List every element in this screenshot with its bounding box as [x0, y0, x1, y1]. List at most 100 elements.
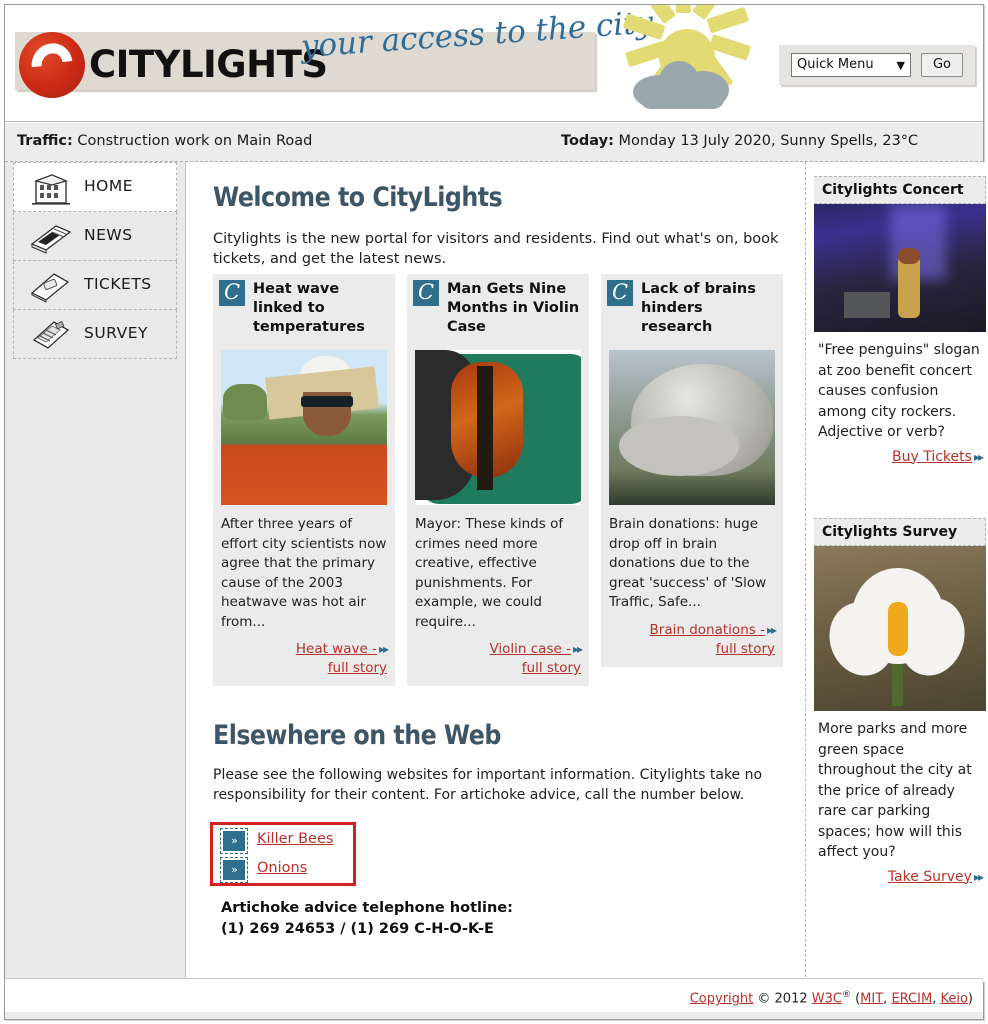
news-card-link-line2[interactable]: full story [716, 641, 775, 657]
take-survey-link[interactable]: Take Survey [888, 869, 972, 885]
news-card-image [221, 350, 387, 505]
hotline-label: Artichoke advice telephone hotline: [221, 900, 513, 916]
buy-tickets-link[interactable]: Buy Tickets [892, 449, 972, 465]
panel-text: "Free penguins" slogan at zoo benefit co… [818, 342, 980, 440]
elsewhere-text: Please see the following websites for im… [213, 767, 763, 803]
external-link-killer-bees[interactable]: Killer Bees [257, 831, 333, 847]
double-arrow-icon: ▸▸ [378, 642, 389, 656]
browser-page: CITYLIGHTS your access to the city Quick… [4, 4, 986, 1020]
page-body: HOME NEWS TICKETS SURVEY Welcome to City… [5, 162, 986, 982]
quick-menu-container: Quick Menu ▼ Go [779, 45, 975, 85]
citylights-badge-icon: C [219, 280, 245, 306]
ticket-icon [26, 269, 74, 303]
left-sidebar: HOME NEWS TICKETS SURVEY [5, 162, 186, 982]
news-card-link-line1[interactable]: Violin case - [489, 641, 571, 657]
news-card-image [609, 350, 775, 505]
news-card-title: Lack of brains hinders research [641, 281, 756, 335]
news-card-summary: Brain donations: huge drop off in brain … [609, 516, 767, 610]
news-card-summary: After three years of effort city scienti… [221, 516, 387, 630]
news-card[interactable]: C Man Gets Nine Months in Violin Case Ma… [407, 274, 589, 686]
news-card[interactable]: C Lack of brains hinders research Brain … [601, 274, 783, 667]
elsewhere-section: Elsewhere on the Web Please see the foll… [210, 720, 793, 937]
panel-image [814, 546, 986, 711]
intro-text: Citylights is the new portal for visitor… [213, 231, 779, 267]
brand-title: CITYLIGHTS [89, 43, 328, 86]
news-card-link[interactable]: Brain donations - ▸▸ full story [601, 613, 783, 659]
external-link-row[interactable]: » Onions [213, 857, 513, 886]
survey-panel: Citylights Survey More parks and more gr… [814, 518, 986, 885]
sidebar-item-label: SURVEY [84, 324, 148, 342]
today-text: Monday 13 July 2020, Sunny Spells, 23°C [618, 133, 919, 149]
news-card-link[interactable]: Heat wave - ▸▸ full story [213, 632, 395, 678]
sidebar-item-label: NEWS [84, 226, 133, 244]
news-card[interactable]: C Heat wave linked to temperatures After… [213, 274, 395, 686]
citylights-badge-icon: C [607, 280, 633, 306]
page-title: Welcome to CityLights [213, 182, 503, 213]
concert-panel: Citylights Concert "Free penguins" sloga… [814, 176, 986, 465]
right-sidebar: Citylights Concert "Free penguins" sloga… [805, 162, 986, 982]
news-card-link-line1[interactable]: Brain donations - [650, 622, 765, 638]
sidebar-item-label: TICKETS [84, 275, 152, 293]
copyright-link[interactable]: Copyright [690, 991, 754, 1006]
news-card-summary: Mayor: These kinds of crimes need more c… [415, 516, 564, 630]
panel-link[interactable]: Take Survey ▸▸ [814, 863, 986, 885]
sun-behind-cloud-icon [609, 5, 769, 117]
main-content: Welcome to CityLights Citylights is the … [187, 162, 804, 982]
footer-strip [5, 1012, 983, 1019]
keio-link[interactable]: Keio [940, 991, 967, 1006]
hotline-number: (1) 269 24653 / (1) 269 C-H-O-K-E [221, 921, 494, 937]
today-label: Today: [561, 133, 614, 149]
w3c-link[interactable]: W3C [812, 991, 842, 1006]
copyright-year: © 2012 [757, 991, 808, 1007]
double-arrow-icon: ▸▸ [572, 642, 583, 656]
news-card-link-line2[interactable]: full story [328, 660, 387, 676]
building-icon [26, 171, 74, 205]
newspaper-icon [26, 220, 74, 254]
news-card-link[interactable]: Violin case - ▸▸ full story [407, 632, 589, 678]
ercim-link[interactable]: ERCIM [891, 991, 932, 1006]
clipboard-icon [26, 318, 74, 352]
status-bar: Traffic: Construction work on Main Road … [5, 122, 983, 162]
traffic-text: Construction work on Main Road [77, 133, 313, 149]
double-arrow-icon: ▸▸ [973, 869, 984, 884]
comma: , [932, 991, 937, 1007]
sidebar-item-survey[interactable]: SURVEY [13, 310, 177, 359]
quick-menu-value: Quick Menu [797, 57, 874, 72]
panel-title: Citylights Concert [814, 176, 986, 204]
traffic-label: Traffic: [17, 133, 73, 149]
news-card-header: C Man Gets Nine Months in Violin Case [407, 274, 589, 346]
comma: , [883, 991, 888, 1007]
close-paren: ) [967, 991, 973, 1007]
sidebar-item-tickets[interactable]: TICKETS [13, 261, 177, 310]
double-chevron-icon: » [220, 828, 248, 854]
news-card-title: Heat wave linked to temperatures [253, 281, 365, 335]
elsewhere-title: Elsewhere on the Web [213, 720, 501, 751]
citylights-badge-icon: C [413, 280, 439, 306]
chevron-down-icon: ▼ [896, 59, 905, 72]
site-header: CITYLIGHTS your access to the city Quick… [5, 5, 983, 122]
site-footer: Copyright © 2012 W3C® (MIT, ERCIM, Keio) [5, 978, 983, 1019]
go-button[interactable]: Go [921, 53, 963, 77]
sidebar-item-home[interactable]: HOME [13, 162, 177, 212]
news-card-header: C Lack of brains hinders research [601, 274, 783, 346]
news-card-link-line2[interactable]: full story [522, 660, 581, 676]
double-arrow-icon: ▸▸ [766, 622, 777, 637]
double-chevron-icon: » [220, 857, 248, 883]
mit-link[interactable]: MIT [860, 991, 883, 1006]
news-card-image [415, 350, 581, 505]
traffic-status: Traffic: Construction work on Main Road [17, 133, 312, 149]
external-link-row[interactable]: » Killer Bees [213, 828, 513, 857]
hotline-block: Artichoke advice telephone hotline: (1) … [221, 898, 513, 940]
sidebar-item-news[interactable]: NEWS [13, 212, 177, 261]
panel-title: Citylights Survey [814, 518, 986, 546]
citylights-c-logo-icon[interactable] [19, 32, 85, 98]
copyright-line: Copyright © 2012 W3C® (MIT, ERCIM, Keio) [690, 990, 973, 1006]
panel-link[interactable]: Buy Tickets ▸▸ [814, 443, 986, 465]
external-link-onions[interactable]: Onions [257, 860, 307, 876]
news-card-link-line1[interactable]: Heat wave - [296, 641, 377, 657]
news-card-title: Man Gets Nine Months in Violin Case [447, 281, 580, 335]
double-arrow-icon: ▸▸ [973, 449, 984, 464]
panel-image [814, 204, 986, 332]
quick-menu-select[interactable]: Quick Menu ▼ [791, 53, 911, 77]
news-card-header: C Heat wave linked to temperatures [213, 274, 395, 346]
